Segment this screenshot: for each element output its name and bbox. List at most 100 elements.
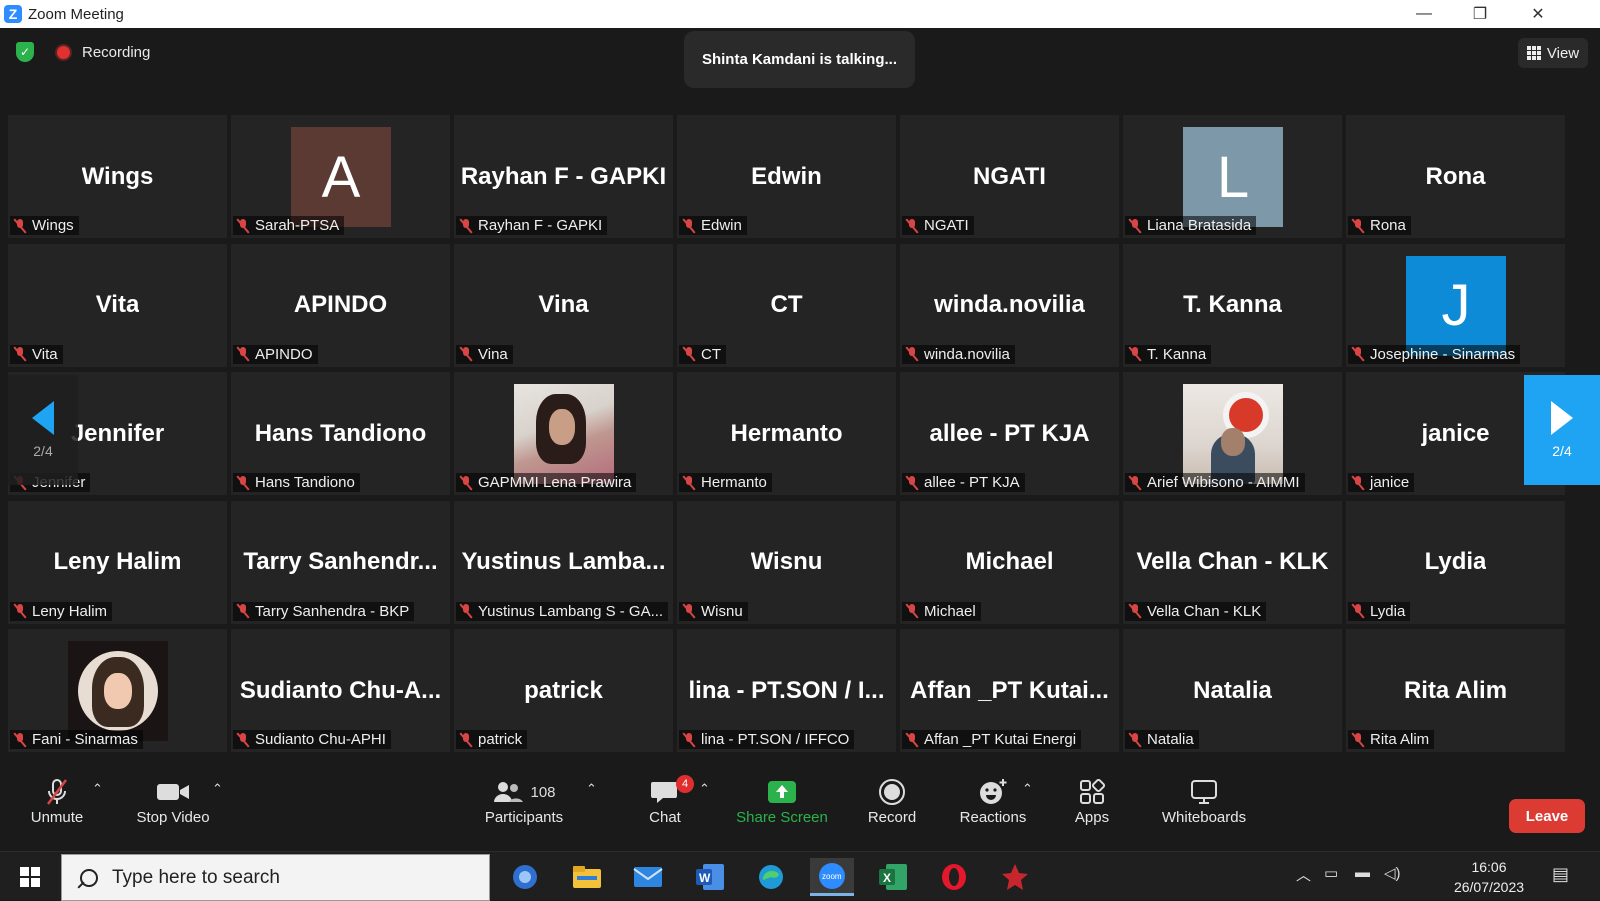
next-page-button[interactable]: 2/4 [1524,375,1600,485]
participant-display-name-text: Vella Chan - KLK [1136,548,1329,575]
tray-battery-icon[interactable]: ▬ [1355,864,1370,881]
taskbar-app-zoom-icon[interactable]: zoom [810,858,854,896]
participant-name-label: Rita Alim [1370,731,1430,748]
participant-tile[interactable]: CT CT [677,243,896,367]
chat-button[interactable]: 4 Chat [640,775,694,833]
notification-center-icon[interactable]: ▤ [1552,864,1569,885]
tray-volume-icon[interactable]: ◁) [1384,864,1401,882]
tray-network-icon[interactable]: ▭ [1324,864,1338,882]
participant-tile[interactable]: NGATI NGATI [900,115,1119,238]
participant-tile[interactable]: Edwin Edwin [677,115,896,238]
participant-tile[interactable]: T. Kanna T. Kanna [1123,243,1342,367]
participant-tile[interactable]: Wisnu Wisnu [677,500,896,624]
minimize-button[interactable]: — [1397,0,1451,28]
reactions-options-chevron-icon[interactable]: ⌃ [1022,781,1033,797]
taskbar-app-outlook-icon[interactable] [503,858,547,896]
taskbar-app-game-icon[interactable] [993,858,1037,896]
participant-display-name-text: Affan _PT Kutai... [910,676,1109,704]
participant-name-label: Vina [478,345,508,363]
record-button[interactable]: Record [866,777,918,833]
taskbar-app-word-icon[interactable]: W [688,858,732,896]
participants-icon: 108 [492,777,556,807]
whiteboards-button[interactable]: Whiteboards [1158,777,1250,833]
leave-button[interactable]: Leave [1509,799,1585,833]
participant-tile[interactable]: Wings Wings [8,115,227,238]
taskbar-app-excel-icon[interactable]: X [871,858,915,896]
participant-tile[interactable]: Rona Rona [1346,115,1565,238]
apps-button[interactable]: Apps [1070,777,1114,833]
taskbar-app-mail-icon[interactable] [626,858,670,896]
participant-tile[interactable]: lina - PT.SON / I... lina - PT.SON / IFFC… [677,629,896,752]
participant-tile[interactable]: J Josephine - Sinarmas [1346,243,1565,367]
participant-tile[interactable]: L Liana Bratasida [1123,115,1342,238]
taskbar-clock[interactable]: 16:06 26/07/2023 [1444,857,1534,897]
previous-page-button[interactable]: 2/4 [8,375,78,485]
restore-button[interactable]: ❐ [1453,0,1507,28]
participant-tile[interactable]: Arief Wibisono - AIMMI [1123,372,1342,495]
record-icon [878,777,906,807]
participant-tile[interactable]: Michael Michael [900,500,1119,624]
participant-name-tag: NGATI [902,216,974,235]
muted-mic-icon [682,731,696,748]
participants-button[interactable]: 108 Participants [482,777,566,833]
reactions-button[interactable]: Reactions [958,777,1028,833]
participant-tile[interactable]: GAPMMI Lena Prawira [454,372,673,495]
unmute-button[interactable]: Unmute [26,777,88,833]
recording-label[interactable]: Recording [82,44,150,61]
close-button[interactable]: ✕ [1511,0,1565,28]
chat-options-chevron-icon[interactable]: ⌃ [699,781,710,797]
taskbar-search-box[interactable]: Type here to search [61,854,490,901]
participant-tile[interactable]: Vella Chan - KLK Vella Chan - KLK [1123,500,1342,624]
participant-name-tag: Wings [10,216,79,235]
participant-tile[interactable]: allee - PT KJA allee - PT KJA [900,372,1119,495]
participant-name-label: Tarry Sanhendra - BKP [255,602,410,620]
participant-tile[interactable]: Affan _PT Kutai... Affan _PT Kutai Energi [900,629,1119,752]
participant-name-tag: Liana Bratasida [1125,216,1257,235]
audio-options-chevron-icon[interactable]: ⌃ [92,781,103,797]
participant-tile[interactable]: Tarry Sanhendr... Tarry Sanhendra - BKP [231,500,450,624]
security-shield-icon[interactable]: ✓ [16,42,34,62]
participants-count: 108 [530,783,556,801]
participant-tile[interactable]: Hermanto Hermanto [677,372,896,495]
participant-tile[interactable]: APINDO APINDO [231,243,450,367]
muted-mic-icon [1351,474,1365,491]
participant-tile[interactable]: Leny Halim Leny Halim [8,500,227,624]
participant-name-tag: Vella Chan - KLK [1125,601,1267,621]
taskbar-app-file-explorer-icon[interactable] [565,858,609,896]
participant-tile[interactable]: Fani - Sinarmas [8,629,227,752]
participant-name-tag: Vina [456,344,513,364]
participant-tile[interactable]: Vina Vina [454,243,673,367]
muted-mic-icon [1128,474,1142,491]
participant-tile[interactable]: winda.novilia winda.novilia [900,243,1119,367]
participant-tile[interactable]: Vita Vita [8,243,227,367]
svg-text:zoom: zoom [822,872,842,881]
participant-name-label: Josephine - Sinarmas [1370,345,1516,363]
participant-tile[interactable]: Rita Alim Rita Alim [1346,629,1565,752]
view-button[interactable]: View [1518,38,1588,68]
participant-name-tag: T. Kanna [1125,344,1212,364]
share-screen-button[interactable]: Share Screen [736,777,828,833]
windows-start-icon[interactable] [20,867,40,887]
participants-options-chevron-icon[interactable]: ⌃ [586,781,597,797]
participant-tile[interactable]: Hans Tandiono Hans Tandiono [231,372,450,495]
participant-tile[interactable]: patrick patrick [454,629,673,752]
muted-mic-icon [459,731,473,748]
participant-tile[interactable]: Natalia Natalia [1123,629,1342,752]
taskbar-app-edge-icon[interactable] [749,858,793,896]
participant-name-tag: Lydia [1348,601,1411,621]
stop-video-label: Stop Video [136,809,210,826]
participant-tile[interactable]: A Sarah-PTSA [231,115,450,238]
video-options-chevron-icon[interactable]: ⌃ [212,781,223,797]
chat-label: Chat [649,809,681,826]
participant-tile[interactable]: Yustinus Lamba... Yustinus Lambang S - GA… [454,500,673,624]
stop-video-button[interactable]: Stop Video [133,777,213,833]
tray-chevron-up-icon[interactable]: ︿ [1296,864,1311,885]
participant-name-tag: Rita Alim [1348,730,1435,749]
participant-tile[interactable]: Sudianto Chu-A... Sudianto Chu-APHI [231,629,450,752]
participant-tile[interactable]: Rayhan F - GAPKI Rayhan F - GAPKI [454,115,673,238]
participant-name-tag: Affan _PT Kutai Energi [902,730,1082,749]
participant-name-tag: Edwin [679,216,747,235]
participant-tile[interactable]: Lydia Lydia [1346,500,1565,624]
taskbar-app-opera-icon[interactable] [932,858,976,896]
participant-video-photo [514,384,614,484]
